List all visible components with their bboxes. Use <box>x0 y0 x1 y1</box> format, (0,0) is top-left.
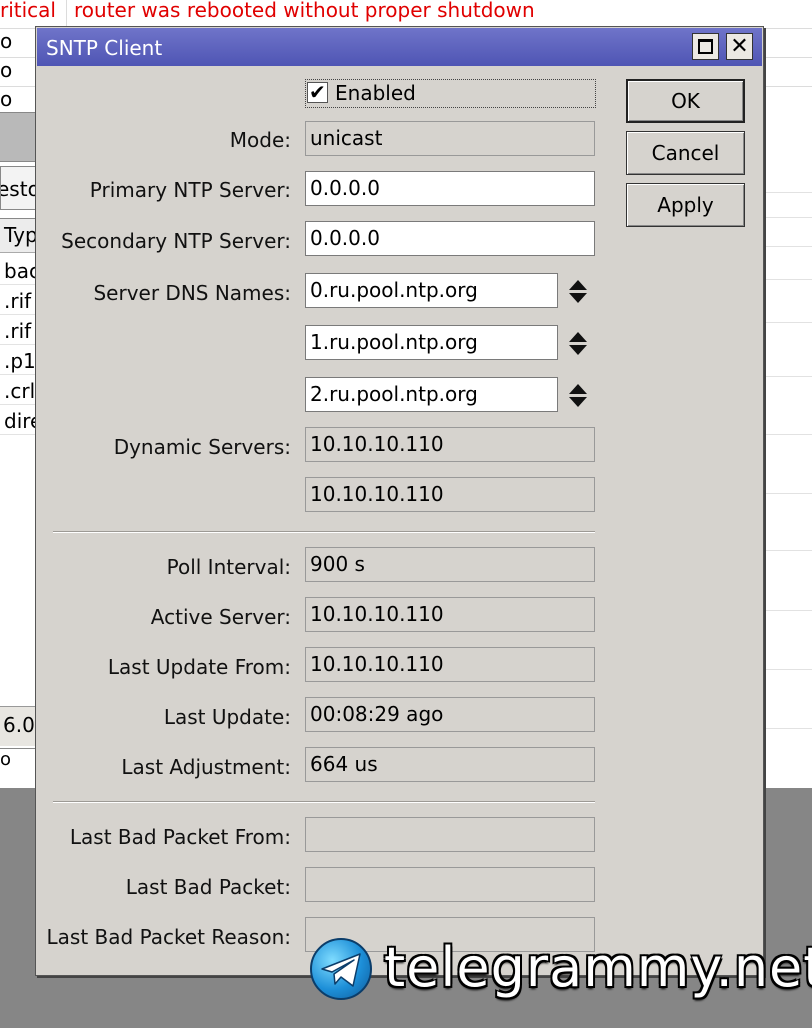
secondary-ntp-input[interactable]: 0.0.0.0 <box>305 221 595 256</box>
checkbox-box[interactable]: ✔ <box>307 80 328 104</box>
close-icon: ✕ <box>730 34 749 59</box>
mode-field[interactable]: unicast <box>305 121 595 156</box>
last-adjustment-field[interactable]: 664 us <box>305 747 595 782</box>
list-item[interactable]: .rif <box>0 285 36 315</box>
enabled-label: Enabled <box>335 81 416 105</box>
log-level: o <box>0 58 13 82</box>
list-item[interactable]: .rif <box>0 315 36 345</box>
watermark-text: telegrammy.net <box>384 936 812 999</box>
status-value: 6.0 <box>3 713 35 737</box>
active-server-field[interactable]: 10.10.10.110 <box>305 597 595 632</box>
reorder-updown-icon[interactable] <box>567 381 589 411</box>
close-button[interactable]: ✕ <box>726 33 753 60</box>
row-divider <box>764 322 812 323</box>
last-update-from-field[interactable]: 10.10.10.110 <box>305 647 595 682</box>
last-update-label: Last Update: <box>163 705 291 729</box>
row-divider <box>764 610 812 611</box>
secondary-ntp-label: Secondary NTP Server: <box>61 229 291 253</box>
row-divider <box>764 493 812 494</box>
primary-ntp-input[interactable]: 0.0.0.0 <box>305 171 595 206</box>
list-item[interactable]: .p1 <box>0 345 36 375</box>
file-list: Typ bac .rif .rif .p1 .crl dire <box>0 218 38 708</box>
toolbar-band <box>0 112 36 162</box>
active-server-label: Active Server: <box>150 605 291 629</box>
last-bad-packet-reason-label: Last Bad Packet Reason: <box>46 925 291 949</box>
checkmark-icon: ✔ <box>309 80 326 104</box>
log-level: ritical <box>0 0 56 22</box>
watermark: telegrammy.net <box>306 934 812 1004</box>
last-update-field[interactable]: 00:08:29 ago <box>305 697 595 732</box>
row-divider <box>764 728 812 729</box>
dynamic-server-field-2[interactable]: 10.10.10.110 <box>305 477 595 512</box>
poll-interval-field[interactable]: 900 s <box>305 547 595 582</box>
primary-ntp-label: Primary NTP Server: <box>89 178 291 202</box>
dns-name-input-1[interactable]: 0.ru.pool.ntp.org <box>305 273 558 308</box>
last-update-from-label: Last Update From: <box>107 655 291 679</box>
row-divider <box>764 217 812 218</box>
row-divider <box>764 246 812 247</box>
row-divider <box>764 434 812 435</box>
last-bad-packet-label: Last Bad Packet: <box>125 875 291 899</box>
mode-label: Mode: <box>229 128 291 152</box>
list-item[interactable]: .crl <box>0 375 36 405</box>
sntp-client-dialog: SNTP Client ✕ ✔ Enabled Mode: unicast Pr… <box>35 26 764 976</box>
last-bad-packet-field[interactable] <box>305 867 595 902</box>
tab-restore[interactable]: esto <box>0 166 36 210</box>
dns-name-input-2[interactable]: 1.ru.pool.ntp.org <box>305 325 558 360</box>
poll-interval-label: Poll Interval: <box>166 555 291 579</box>
row-divider <box>764 550 812 551</box>
ok-button[interactable]: OK <box>626 79 745 123</box>
last-adjustment-label: Last Adjustment: <box>121 755 291 779</box>
status-bar: 6.0 <box>0 706 36 746</box>
apply-button[interactable]: Apply <box>626 183 745 227</box>
row-divider <box>764 279 812 280</box>
reorder-updown-icon[interactable] <box>567 277 589 307</box>
dynamic-servers-label: Dynamic Servers: <box>113 435 291 459</box>
section-divider <box>53 531 595 533</box>
row-divider <box>764 192 812 193</box>
maximize-icon <box>698 39 713 54</box>
enabled-checkbox[interactable]: ✔ Enabled <box>305 79 596 108</box>
dynamic-server-field-1[interactable]: 10.10.10.110 <box>305 427 595 462</box>
column-header-type[interactable]: Typ <box>0 219 38 253</box>
log-level: o <box>0 87 13 111</box>
row-divider <box>764 669 812 670</box>
server-dns-names-label: Server DNS Names: <box>93 281 291 305</box>
log-row[interactable]: ritical router was rebooted without prop… <box>0 0 812 29</box>
list-item[interactable]: bac <box>0 255 36 285</box>
list-item[interactable]: dire <box>0 405 36 435</box>
title-bar[interactable]: SNTP Client ✕ <box>37 28 762 66</box>
dns-name-input-3[interactable]: 2.ru.pool.ntp.org <box>305 377 558 412</box>
telegram-logo-icon <box>310 938 372 1000</box>
row-divider <box>764 376 812 377</box>
section-divider <box>53 801 595 803</box>
window-title: SNTP Client <box>46 36 163 60</box>
last-bad-packet-from-label: Last Bad Packet From: <box>69 825 291 849</box>
maximize-button[interactable] <box>692 33 719 60</box>
cancel-button[interactable]: Cancel <box>626 131 745 175</box>
last-bad-packet-from-field[interactable] <box>305 817 595 852</box>
background-right-panel <box>764 112 812 788</box>
log-level: o <box>0 29 13 53</box>
background-panel-row: o <box>0 748 36 788</box>
reorder-updown-icon[interactable] <box>567 329 589 359</box>
log-message: router was rebooted without proper shutd… <box>74 0 535 22</box>
tab-label: esto <box>1 177 35 201</box>
